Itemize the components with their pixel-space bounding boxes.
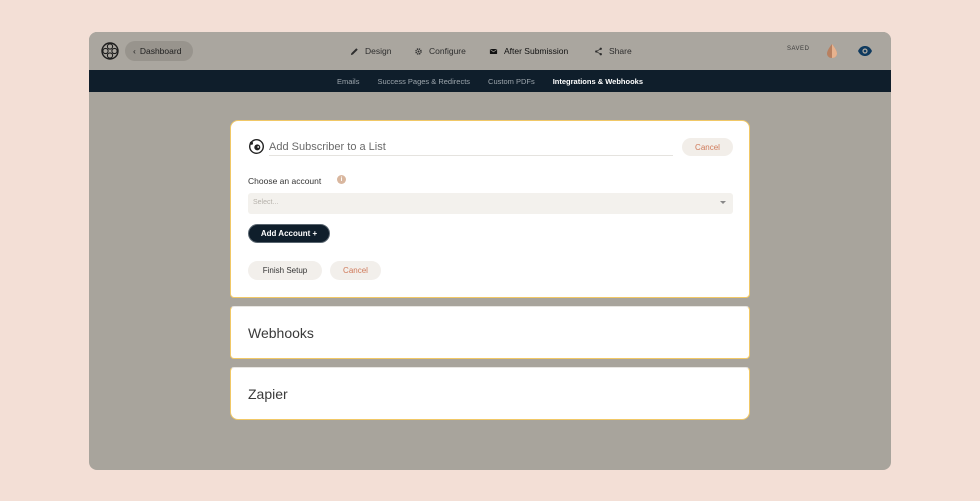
sub-nav: Emails Success Pages & Redirects Custom … xyxy=(89,70,891,92)
saved-status: SAVED xyxy=(787,46,810,52)
integration-title-input[interactable] xyxy=(269,138,673,156)
nav-design[interactable]: Design xyxy=(350,32,391,70)
account-select[interactable]: Select... xyxy=(248,193,733,214)
add-account-button[interactable]: Add Account + xyxy=(248,224,330,243)
subnav-integrations-webhooks[interactable]: Integrations & Webhooks xyxy=(553,77,643,86)
webhooks-card[interactable]: Webhooks xyxy=(230,306,750,359)
cancel-button-top[interactable]: Cancel xyxy=(682,138,733,156)
dashboard-back-button[interactable]: ‹ Dashboard xyxy=(125,41,194,61)
webhooks-title: Webhooks xyxy=(248,325,314,341)
account-select-placeholder: Select... xyxy=(253,199,279,206)
eye-icon[interactable] xyxy=(857,44,873,58)
logo-icon xyxy=(101,42,119,60)
share-icon xyxy=(595,47,602,55)
theme-drop-icon[interactable] xyxy=(825,43,839,59)
app-window: ‹ Dashboard Design Configure After Submi… xyxy=(89,32,891,470)
caret-down-icon xyxy=(720,201,726,204)
nav-after-submission-label: After Submission xyxy=(504,46,569,56)
choose-account-label: Choose an account xyxy=(248,176,322,186)
gear-icon xyxy=(415,47,422,55)
nav-share[interactable]: Share xyxy=(594,32,632,70)
subnav-success-pages[interactable]: Success Pages & Redirects xyxy=(377,77,470,86)
nav-after-submission[interactable]: After Submission xyxy=(489,32,568,70)
nav-configure-label: Configure xyxy=(429,46,466,56)
finish-setup-button[interactable]: Finish Setup xyxy=(248,261,322,280)
zapier-title: Zapier xyxy=(248,386,288,402)
nav-configure[interactable]: Configure xyxy=(414,32,466,70)
mailchimp-integration-card: Cancel Choose an account i Select... Add… xyxy=(230,120,750,298)
chevron-left-icon: ‹ xyxy=(133,46,136,56)
nav-design-label: Design xyxy=(365,46,392,56)
mailchimp-icon xyxy=(249,139,264,154)
zapier-card[interactable]: Zapier xyxy=(230,367,750,420)
nav-share-label: Share xyxy=(609,46,632,56)
subnav-custom-pdfs[interactable]: Custom PDFs xyxy=(488,77,535,86)
cancel-button-bottom[interactable]: Cancel xyxy=(330,261,381,280)
top-bar: ‹ Dashboard Design Configure After Submi… xyxy=(89,32,891,70)
pencil-icon xyxy=(350,47,358,55)
dashboard-label: Dashboard xyxy=(139,46,182,56)
info-icon[interactable]: i xyxy=(337,175,346,184)
subnav-emails[interactable]: Emails xyxy=(337,77,360,86)
envelope-icon xyxy=(489,48,498,54)
